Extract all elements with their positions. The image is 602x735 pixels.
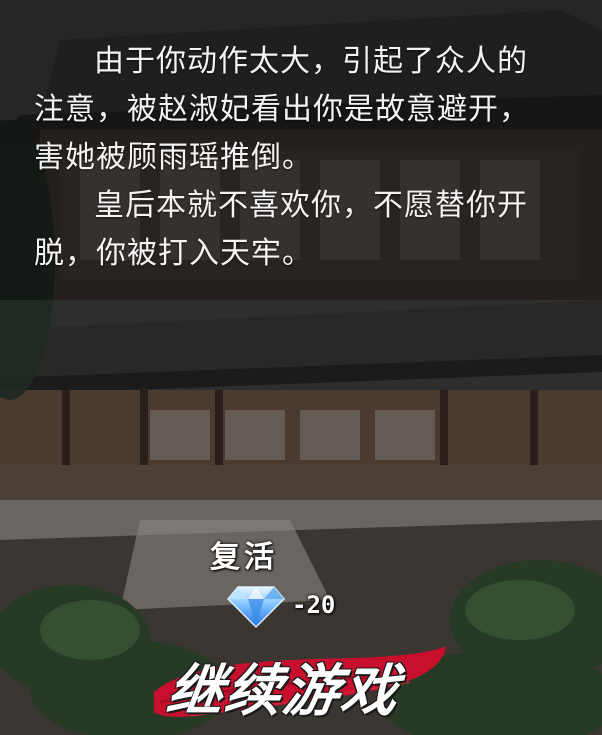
revive-label[interactable]: 复活 (210, 532, 278, 576)
continue-game-button[interactable]: 继续游戏 (150, 632, 450, 728)
diamond-icon (226, 586, 286, 629)
continue-game-label: 继续游戏 (162, 658, 405, 724)
revive-cost[interactable]: -20 (226, 580, 335, 630)
story-paragraph-1: 由于你动作太大，引起了众人的注意，被赵淑妃看出你是故意避开，害她被顾雨瑶推倒。 (34, 44, 530, 175)
story-paragraph-2: 皇后本就不喜欢你，不愿替你开脱，你被打入天牢。 (34, 188, 528, 271)
revive-cost-value: -20 (292, 591, 336, 619)
story-text: 由于你动作太大，引起了众人的注意，被赵淑妃看出你是故意避开，害她被顾雨瑶推倒。 … (34, 38, 554, 278)
